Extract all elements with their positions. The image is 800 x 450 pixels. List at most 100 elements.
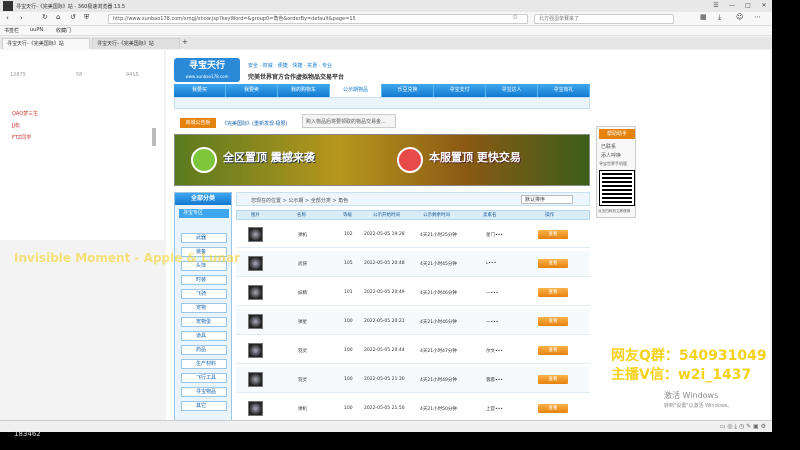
notice-button[interactable]: 商城公告板 xyxy=(180,118,216,128)
bookmark-item[interactable]: uuPN xyxy=(30,27,43,33)
url-input[interactable]: http://www.xunbao178.com/xmgj/show.jsp?k… xyxy=(108,14,528,24)
tag: 便捷 xyxy=(277,63,288,69)
sidebar-item[interactable]: 药品 xyxy=(181,345,227,355)
left-panel: 12875 58 9415 QAQ梦三生 JJ松 FTZ同学 xyxy=(0,50,164,240)
reload-icon[interactable]: ↻ xyxy=(42,13,48,21)
item-thumbnail[interactable] xyxy=(248,256,263,271)
forward-icon[interactable]: › xyxy=(20,14,23,22)
main-nav: 我要买 我要卖 我的购物车 公示期物品 乐豆兑换 寻宝支付 寻宝达人 寻宝有礼 xyxy=(174,84,590,97)
table-row: 羽灵 100 2022-05-05 20:44 4天21小时47分钟 尔文••• 查看 xyxy=(236,338,590,364)
menu-icon[interactable]: ☰ xyxy=(708,0,724,12)
restore-icon[interactable]: ↺ xyxy=(70,13,76,21)
item-level: 100 xyxy=(344,406,353,411)
item-thumbnail[interactable] xyxy=(248,227,263,242)
shield-icon[interactable]: ⛨ xyxy=(84,13,89,22)
view-button[interactable]: 查看 xyxy=(538,230,568,239)
item-start-time: 2022-05-05 20:49 xyxy=(364,290,405,295)
home-icon[interactable]: ⌂ xyxy=(56,13,60,21)
user-icon[interactable]: ☺ xyxy=(736,13,743,21)
item-remaining-time: 4天21小时46分钟 xyxy=(420,320,457,325)
app-icon xyxy=(3,1,13,11)
nav-exchange[interactable]: 乐豆兑换 xyxy=(382,84,434,97)
col-start: 公示开始时间 xyxy=(373,213,400,218)
more-icon[interactable]: ⋯ xyxy=(754,13,761,21)
item-seller: ʟ••• xyxy=(486,261,497,266)
sort-select[interactable]: 默认排序 xyxy=(521,195,573,204)
nav-gift[interactable]: 寻宝有礼 xyxy=(538,84,590,97)
nav-pay[interactable]: 寻宝支付 xyxy=(434,84,486,97)
tab-active[interactable]: 寻宝天行-《完美国际》站 xyxy=(2,38,90,49)
item-thumbnail[interactable] xyxy=(248,285,263,300)
item-thumbnail[interactable] xyxy=(248,314,263,329)
download-icon[interactable]: ⤓ xyxy=(718,13,721,22)
item-level: 100 xyxy=(344,377,353,382)
sub-nav-bar xyxy=(174,97,590,109)
stat-2: 58 xyxy=(76,72,83,78)
item-seller: 尔文••• xyxy=(486,349,503,354)
close-icon[interactable]: ✕ xyxy=(756,0,772,12)
search-input[interactable]: 北方强湿单赛来了 xyxy=(534,14,674,24)
bookmark-item[interactable]: 收藏门 xyxy=(56,27,71,34)
nav-sell[interactable]: 我要卖 xyxy=(226,84,278,97)
list-item[interactable]: QAQ梦三生 xyxy=(12,110,38,117)
view-button[interactable]: 查看 xyxy=(538,259,568,268)
notice-text[interactable]: 《完美国际》(重新发现·极限) xyxy=(222,120,288,127)
star-icon[interactable]: ☆ xyxy=(512,13,518,21)
extension-icon[interactable]: ▦ xyxy=(700,13,707,21)
stream-watermark: Invisible Moment - Apple & Lunar xyxy=(14,251,240,265)
sidebar-sub[interactable]: 寻宝专区 xyxy=(179,209,229,218)
tag: 实惠 xyxy=(307,63,318,69)
sidebar-item[interactable]: 飞骑 xyxy=(181,289,227,299)
list-item[interactable]: FTZ同学 xyxy=(12,134,31,141)
activate-windows-sub: 转到"设置"以激活 Windows。 xyxy=(664,403,733,409)
table-row: 弹机 102 2022-05-05 19:28 4天21小时25分钟 星门••• 查看 xyxy=(236,222,590,248)
item-name: 武侠 xyxy=(298,262,307,267)
sidebar-item[interactable]: 其它 xyxy=(181,401,227,411)
status-bar: ▭ ◎ ⤓ ◷ ✎ ▣ ⚙ xyxy=(0,420,772,432)
item-level: 100 xyxy=(344,319,353,324)
bookmark-item[interactable]: 书签栏 xyxy=(4,27,19,34)
item-thumbnail[interactable] xyxy=(248,401,263,416)
view-button[interactable]: 查看 xyxy=(538,346,568,355)
nav-buy[interactable]: 我要买 xyxy=(174,84,226,97)
scrollbar[interactable] xyxy=(152,128,156,146)
table-row: 弹机 100 2022-05-05 21:50 4天21小时50分钟 上官••• 查看 xyxy=(236,396,590,422)
new-tab-icon[interactable]: + xyxy=(182,38,188,46)
minimize-icon[interactable]: — xyxy=(724,0,740,12)
view-button[interactable]: 查看 xyxy=(538,375,568,384)
item-seller: 一••• xyxy=(486,320,499,325)
view-button[interactable]: 查看 xyxy=(538,288,568,297)
nav-publicity[interactable]: 公示期物品 xyxy=(330,84,382,97)
site-logo[interactable]: 寻宝天行 www.xunbao178.com xyxy=(174,58,240,82)
status-icons[interactable]: ▭ ◎ ⤓ ◷ ✎ ▣ ⚙ xyxy=(720,423,766,431)
stat-3: 9415 xyxy=(126,72,139,78)
sidebar-item[interactable]: 飞行工具 xyxy=(181,373,227,383)
item-thumbnail[interactable] xyxy=(248,372,263,387)
help-ad[interactable]: 帮助助手 已联系 添人呼唤 寻宝世界手机版 点击扫码拍立即使用 xyxy=(596,126,636,218)
sidebar-item[interactable]: 时装 xyxy=(181,275,227,285)
category-sidebar: 全部分类 寻宝专区 武器 装备 头饰 时装 飞骑 宠物 宠物蛋 道具 药品 生产… xyxy=(174,192,232,432)
list-item[interactable]: JJ松 xyxy=(12,122,20,129)
sidebar-item[interactable]: 武器 xyxy=(181,233,227,243)
breadcrumb-bar: 您现在的位置 > 公示期 > 全部分类 > 角色 默认排序 xyxy=(236,192,590,206)
sidebar-item[interactable]: 宠物 xyxy=(181,303,227,313)
sidebar-item[interactable]: 宠物蛋 xyxy=(181,317,227,327)
nav-cart[interactable]: 我的购物车 xyxy=(278,84,330,97)
back-icon[interactable]: ‹ xyxy=(6,14,9,22)
view-button[interactable]: 查看 xyxy=(538,404,568,413)
listing-panel: 您现在的位置 > 公示期 > 全部分类 > 角色 默认排序 图片 名称 等级 公… xyxy=(236,192,590,432)
item-start-time: 2022-05-05 20:21 xyxy=(364,319,405,324)
item-start-time: 2022-05-05 21:50 xyxy=(364,406,405,411)
right-black-strip xyxy=(772,0,800,450)
item-name: 羽灵 xyxy=(298,378,307,383)
nav-expert[interactable]: 寻宝达人 xyxy=(486,84,538,97)
maximize-icon[interactable]: □ xyxy=(740,0,756,12)
sidebar-item[interactable]: 寻宝物品 xyxy=(181,387,227,397)
item-thumbnail[interactable] xyxy=(248,343,263,358)
item-level: 102 xyxy=(344,232,353,237)
tab-inactive[interactable]: 寻宝天行-《完美国际》站 xyxy=(92,38,180,49)
view-button[interactable]: 查看 xyxy=(538,317,568,326)
sidebar-item[interactable]: 道具 xyxy=(181,331,227,341)
sidebar-item[interactable]: 生产材料 xyxy=(181,359,227,369)
promo-banner[interactable]: 全区置顶 震撼来袭 本服置顶 更快交易 xyxy=(174,134,590,186)
